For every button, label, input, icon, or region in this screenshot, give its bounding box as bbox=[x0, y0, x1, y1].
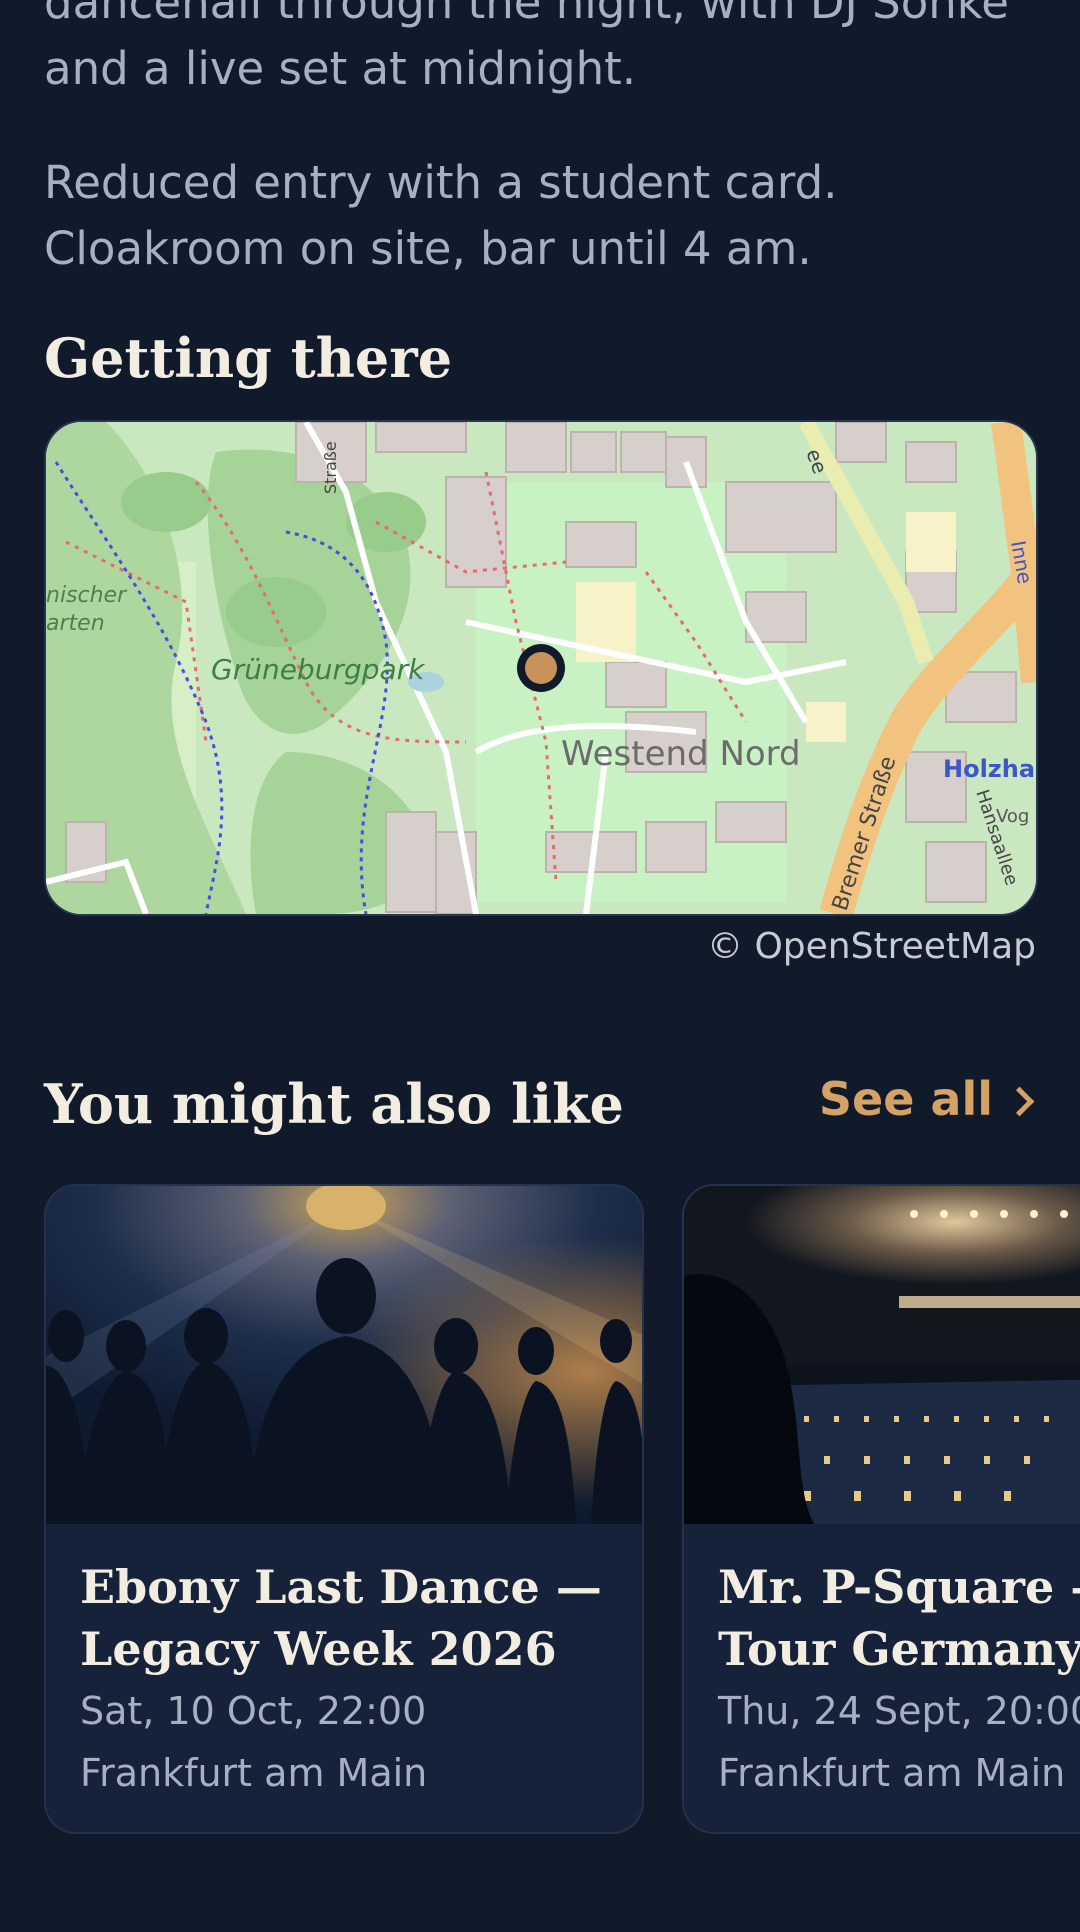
chevron-right-icon bbox=[1004, 1086, 1035, 1116]
event-card[interactable]: Mr. P-Square — Tour Germany 2 Thu, 24 Se… bbox=[682, 1184, 1080, 1834]
recommendations-title: You might also like bbox=[44, 1072, 624, 1136]
event-city: Frankfurt am Main bbox=[80, 1751, 428, 1795]
event-description-tail: dancehall through the night, with DJ Son… bbox=[44, 0, 1009, 102]
event-date: Thu, 24 Sept, 20:00 bbox=[718, 1689, 1080, 1733]
event-city: Frankfurt am Main bbox=[718, 1751, 1066, 1795]
event-date: Sat, 10 Oct, 22:00 bbox=[80, 1689, 427, 1733]
event-detail-page: dancehall through the night, with DJ Son… bbox=[0, 0, 1080, 1932]
event-title-line: Tour Germany 2 bbox=[718, 1622, 1080, 1676]
event-title-line: Mr. P-Square — bbox=[718, 1560, 1080, 1614]
map-label-district: Westend Nord bbox=[561, 734, 801, 774]
description-line: Reduced entry with a student card. bbox=[44, 156, 838, 209]
event-image-concert bbox=[684, 1186, 1080, 1524]
map-label-park: Grüneburgpark bbox=[211, 653, 426, 686]
location-map[interactable]: Grüneburgpark Westend Nord nischer arten… bbox=[44, 420, 1038, 916]
event-description-paragraph: Reduced entry with a student card. Cloak… bbox=[44, 150, 837, 282]
event-card[interactable]: Ebony Last Dance — Legacy Week 2026 Sat,… bbox=[44, 1184, 644, 1834]
map-label-garden-2: arten bbox=[46, 611, 105, 636]
location-pin-icon[interactable] bbox=[517, 644, 565, 692]
see-all-label: See all bbox=[818, 1072, 993, 1126]
map-attribution[interactable]: © OpenStreetMap bbox=[707, 926, 1036, 967]
description-line: and a live set at midnight. bbox=[44, 42, 637, 95]
event-title-line: Legacy Week 2026 bbox=[80, 1622, 557, 1676]
map-label-street: Straße bbox=[321, 441, 340, 494]
description-line: Cloakroom on site, bar until 4 am. bbox=[44, 222, 812, 275]
map-label-vog: Vog bbox=[996, 806, 1029, 827]
event-image-dancefloor bbox=[46, 1186, 642, 1524]
description-line: dancehall through the night, with DJ Son… bbox=[44, 0, 1009, 29]
getting-there-title: Getting there bbox=[44, 326, 453, 390]
map-label-garden: nischer bbox=[46, 583, 128, 608]
map-label-holzha: Holzha bbox=[943, 755, 1035, 783]
event-title-line: Ebony Last Dance — bbox=[80, 1560, 602, 1614]
see-all-link[interactable]: See all bbox=[818, 1072, 1035, 1126]
